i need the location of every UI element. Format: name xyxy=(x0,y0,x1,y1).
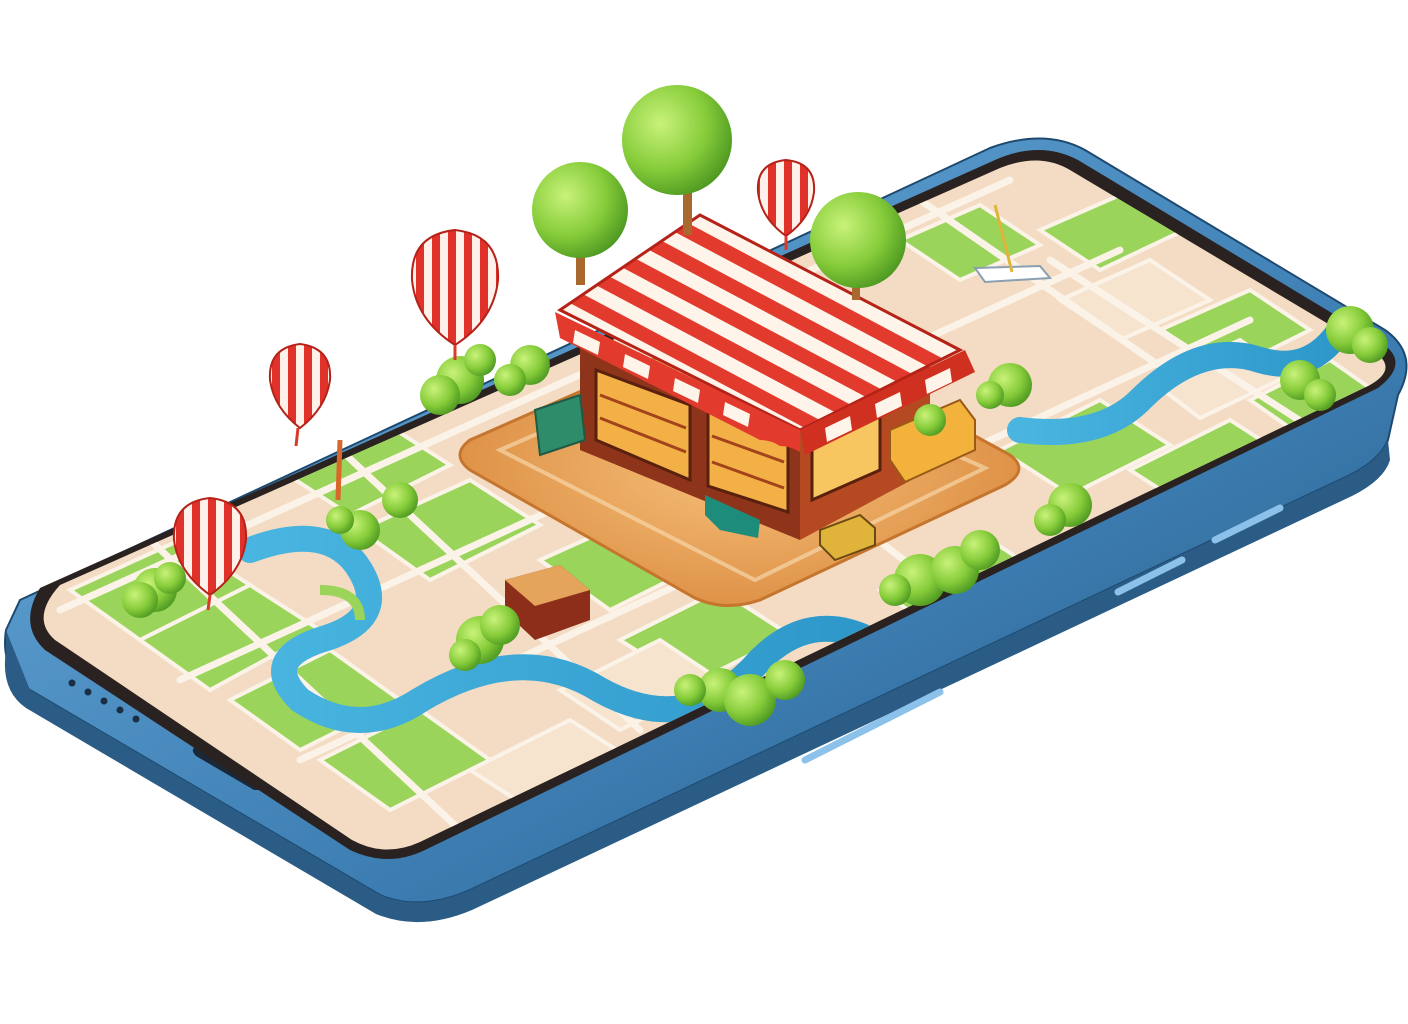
illustration xyxy=(4,85,1408,923)
balloon-pin-icon xyxy=(410,228,500,360)
smartphone-map-scene xyxy=(0,0,1408,1024)
